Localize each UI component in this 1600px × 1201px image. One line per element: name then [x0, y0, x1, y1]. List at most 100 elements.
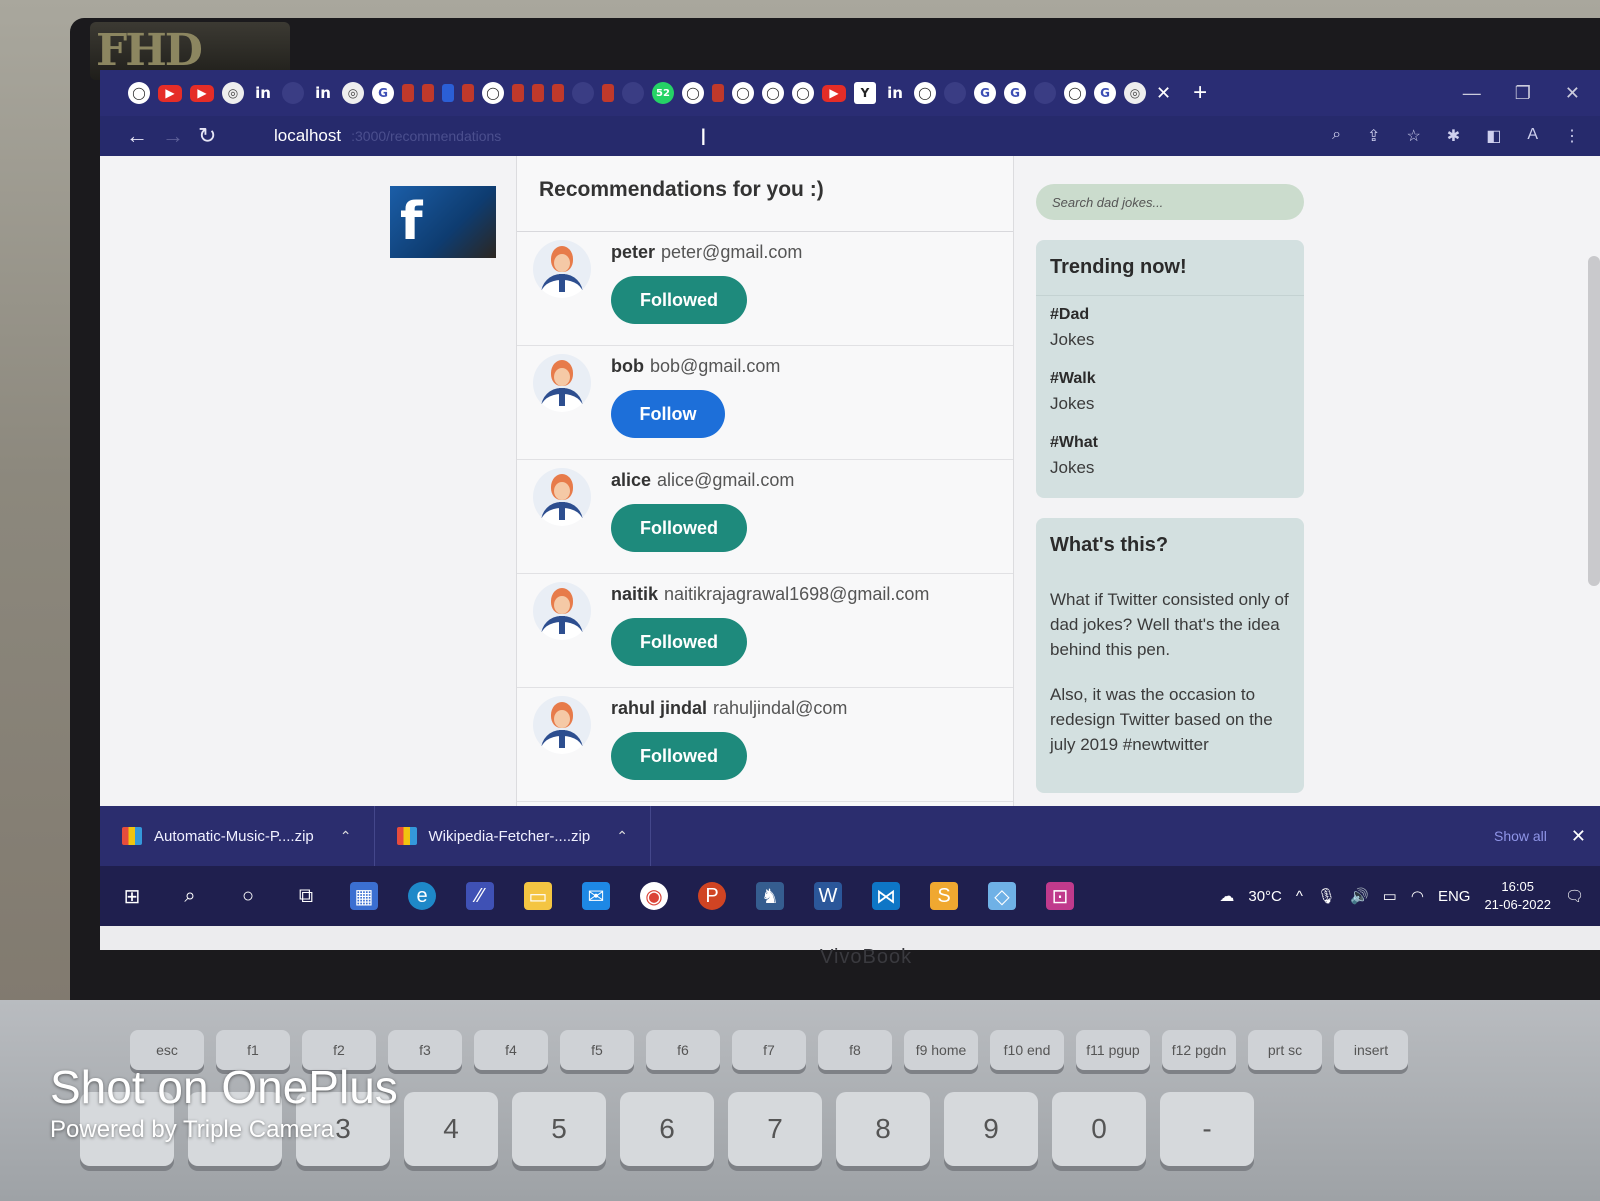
facebook-logo[interactable]: f — [390, 186, 496, 258]
linkedin-favicon-icon[interactable]: in — [312, 82, 334, 104]
weather-temp[interactable]: 30°C — [1248, 888, 1282, 905]
follow-button[interactable]: Follow — [611, 390, 725, 438]
youtube-favicon-icon[interactable]: ▶ — [190, 84, 214, 102]
windows-start-icon[interactable]: ⊞ — [118, 882, 146, 910]
close-downloads-icon[interactable]: ✕ — [1571, 826, 1586, 847]
red-favicon-icon[interactable] — [602, 84, 614, 102]
store-icon[interactable]: ▦ — [350, 882, 378, 910]
followed-button[interactable]: Followed — [611, 276, 747, 324]
forward-icon[interactable]: → — [162, 123, 198, 149]
avatar[interactable] — [533, 354, 591, 412]
avatar[interactable] — [533, 696, 591, 754]
url-path[interactable]: :3000/recommendations — [351, 128, 501, 144]
avatar[interactable] — [533, 468, 591, 526]
word-icon[interactable]: W — [814, 882, 842, 910]
chevron-up-icon[interactable]: ⌃ — [616, 828, 628, 845]
user-name[interactable]: peter peter@gmail.com — [611, 242, 802, 263]
youtube-favicon-icon[interactable]: ▶ — [158, 84, 182, 102]
trend-item[interactable]: #Dad Jokes — [1036, 296, 1304, 360]
postgres-icon[interactable]: ♞ — [756, 882, 784, 910]
blank-favicon-icon[interactable] — [944, 82, 966, 104]
blank-favicon-icon[interactable] — [572, 82, 594, 104]
red-favicon-icon[interactable] — [712, 84, 724, 102]
followed-button[interactable]: Followed — [611, 504, 747, 552]
app-icon[interactable]: ⁄⁄ — [466, 882, 494, 910]
chrome-favicon-icon[interactable]: ◎ — [342, 82, 364, 104]
linkedin-favicon-icon[interactable]: in — [252, 82, 274, 104]
sidepanel-icon[interactable]: ◧ — [1486, 126, 1501, 146]
mic-icon[interactable]: 🎙 — [1317, 887, 1336, 905]
y-favicon-icon[interactable]: Y — [854, 82, 876, 104]
cortana-icon[interactable]: ○ — [234, 882, 262, 910]
bookmark-star-icon[interactable]: ☆ — [1406, 126, 1420, 146]
file-explorer-icon[interactable]: ▭ — [524, 882, 552, 910]
close-window-icon[interactable]: ✕ — [1565, 83, 1580, 104]
volume-icon[interactable]: 🔊 — [1350, 887, 1369, 905]
new-tab-button[interactable]: + — [1193, 79, 1207, 107]
google-favicon-icon[interactable]: G — [372, 82, 394, 104]
followed-button[interactable]: Followed — [611, 732, 747, 780]
mail-icon[interactable]: ✉ — [582, 882, 610, 910]
powerpoint-icon[interactable]: P — [698, 882, 726, 910]
linkedin-favicon-icon[interactable]: in — [884, 82, 906, 104]
language-indicator[interactable]: ENG — [1438, 888, 1471, 905]
blank-favicon-icon[interactable] — [622, 82, 644, 104]
chrome-icon[interactable]: ◉ — [640, 882, 668, 910]
back-icon[interactable]: ← — [126, 123, 162, 149]
search-icon[interactable]: ⌕ — [176, 882, 204, 910]
vscode-icon[interactable]: ⋈ — [872, 882, 900, 910]
user-name[interactable]: bob bob@gmail.com — [611, 356, 780, 377]
chrome-favicon-icon[interactable]: ◎ — [222, 82, 244, 104]
user-name[interactable]: alice alice@gmail.com — [611, 470, 794, 491]
github-favicon-icon[interactable]: ◯ — [762, 82, 784, 104]
app-icon-pink[interactable]: ⊡ — [1046, 882, 1074, 910]
weather-cloud-icon[interactable]: ☁ — [1219, 887, 1234, 905]
trend-item[interactable]: #Walk Jokes — [1036, 360, 1304, 424]
reload-icon[interactable]: ↻ — [198, 123, 234, 149]
notes-icon[interactable]: ◇ — [988, 882, 1016, 910]
github-favicon-icon[interactable]: ◯ — [732, 82, 754, 104]
red-favicon-icon[interactable] — [422, 84, 434, 102]
edge-icon[interactable]: e — [408, 882, 436, 910]
download-item[interactable]: Automatic-Music-P....zip ⌃ — [100, 806, 375, 866]
notification-icon[interactable]: 🗨 — [1565, 887, 1584, 905]
zoom-icon[interactable]: ⌕ — [1332, 126, 1341, 146]
menu-kebab-icon[interactable]: ⋮ — [1564, 126, 1580, 146]
github-favicon-icon[interactable]: ◯ — [482, 82, 504, 104]
blank-favicon-icon[interactable] — [282, 82, 304, 104]
red-favicon-icon[interactable] — [552, 84, 564, 102]
user-name[interactable]: rahul jindal rahuljindal@com — [611, 698, 847, 719]
red-favicon-icon[interactable] — [512, 84, 524, 102]
followed-button[interactable]: Followed — [611, 618, 747, 666]
chrome-favicon-icon[interactable]: ◎ — [1124, 82, 1146, 104]
url-host[interactable]: localhost — [274, 126, 341, 146]
youtube-favicon-icon[interactable]: ▶ — [822, 84, 846, 102]
extensions-puzzle-icon[interactable]: ✱ — [1447, 126, 1460, 146]
tray-chevron-icon[interactable]: ^ — [1296, 888, 1303, 905]
red-favicon-icon[interactable] — [402, 84, 414, 102]
share-icon[interactable]: ⇪ — [1367, 126, 1380, 146]
google-favicon-icon[interactable]: G — [974, 82, 996, 104]
minimize-icon[interactable]: — — [1463, 83, 1481, 104]
download-item[interactable]: Wikipedia-Fetcher-....zip ⌃ — [375, 806, 651, 866]
sublime-icon[interactable]: S — [930, 882, 958, 910]
red-favicon-icon[interactable] — [462, 84, 474, 102]
user-name[interactable]: naitik naitikrajagrawal1698@gmail.com — [611, 584, 929, 605]
restore-icon[interactable]: ❐ — [1515, 83, 1531, 104]
blank-favicon-icon[interactable] — [1034, 82, 1056, 104]
page-scrollbar[interactable] — [1588, 256, 1600, 586]
search-input[interactable]: Search dad jokes... — [1036, 184, 1304, 220]
avatar[interactable] — [533, 582, 591, 640]
tab-close-icon[interactable]: ✕ — [1156, 83, 1171, 104]
google-favicon-icon[interactable]: G — [1004, 82, 1026, 104]
whatsapp-favicon-icon[interactable]: 52 — [652, 82, 674, 104]
clock[interactable]: 16:05 21-06-2022 — [1484, 878, 1551, 914]
wifi-icon[interactable]: ◠ — [1411, 887, 1424, 905]
blue-favicon-icon[interactable] — [442, 84, 454, 102]
profile-icon[interactable]: A — [1527, 126, 1538, 146]
battery-icon[interactable]: ▭ — [1383, 887, 1397, 905]
avatar[interactable] — [533, 240, 591, 298]
trend-item[interactable]: #What Jokes — [1036, 424, 1304, 488]
github-favicon-icon[interactable]: ◯ — [128, 82, 150, 104]
github-favicon-icon[interactable]: ◯ — [914, 82, 936, 104]
